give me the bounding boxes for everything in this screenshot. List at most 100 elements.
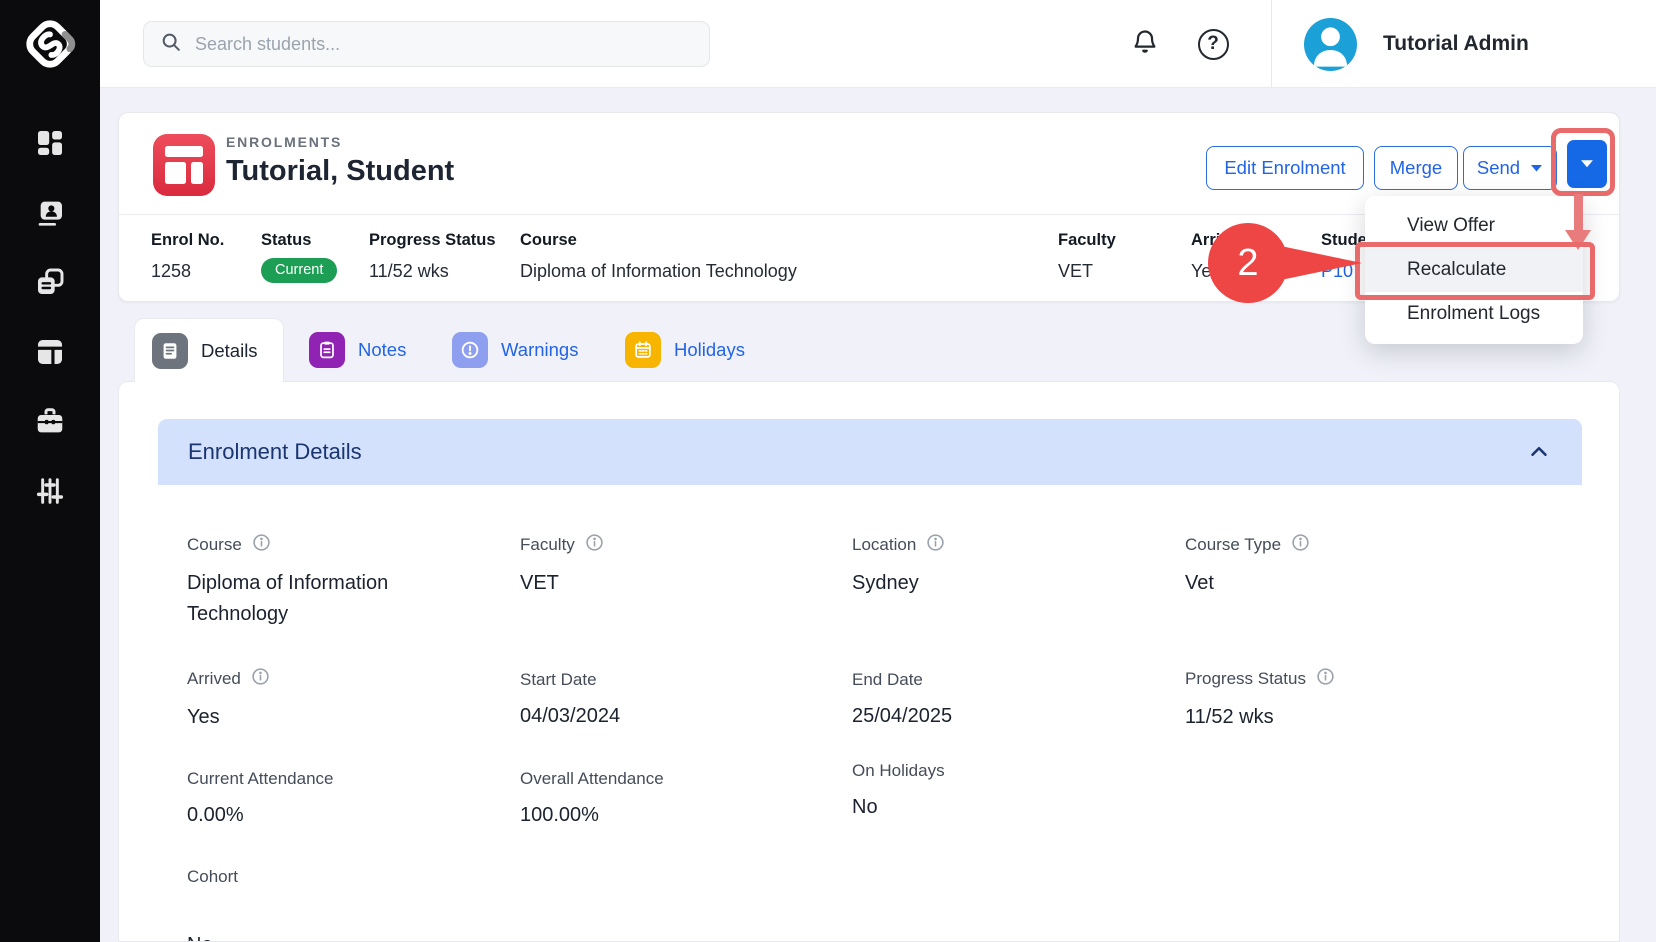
field-value: VET bbox=[520, 568, 604, 599]
bell-icon bbox=[1131, 28, 1159, 61]
field-arrived: Arrived Yes bbox=[187, 667, 270, 733]
summary-progress-status: Progress Status 11/52 wks bbox=[369, 231, 496, 282]
field-value: Diploma of Information Technology bbox=[187, 568, 437, 630]
sliders-icon bbox=[34, 475, 66, 512]
field-faculty: Faculty VET bbox=[520, 533, 604, 599]
field-value: 11/52 wks bbox=[1185, 702, 1335, 733]
page-title: Tutorial, Student bbox=[226, 155, 454, 188]
details-panel-card: Enrolment Details Course Diploma of Info… bbox=[118, 381, 1620, 942]
menu-item-recalculate[interactable]: Recalculate bbox=[1365, 248, 1583, 292]
summary-value: 11/52 wks bbox=[369, 261, 496, 282]
summary-faculty: Faculty VET bbox=[1058, 231, 1116, 282]
summary-label: Arrived bbox=[1191, 231, 1249, 250]
info-icon[interactable] bbox=[252, 533, 271, 557]
tab-label: Warnings bbox=[501, 339, 578, 361]
briefcase-icon bbox=[34, 405, 66, 442]
tab-label: Details bbox=[201, 340, 258, 362]
info-icon[interactable] bbox=[251, 667, 270, 691]
field-current-attendance: Current Attendance 0.00% bbox=[187, 769, 333, 831]
info-icon[interactable] bbox=[926, 533, 945, 557]
info-icon[interactable] bbox=[1316, 667, 1335, 691]
field-label: On Holidays bbox=[852, 761, 945, 781]
search-box[interactable] bbox=[143, 21, 710, 67]
summary-arrived: Arrived Yes bbox=[1191, 231, 1249, 282]
send-button-label: Send bbox=[1477, 157, 1520, 179]
summary-value: Diploma of Information Technology bbox=[520, 261, 797, 282]
user-menu[interactable]: Tutorial Admin bbox=[1304, 0, 1529, 88]
field-label: Location bbox=[852, 535, 916, 555]
field-label: Arrived bbox=[187, 669, 241, 689]
search-input[interactable] bbox=[195, 34, 693, 55]
field-label: Progress Status bbox=[1185, 669, 1306, 689]
info-icon[interactable] bbox=[585, 533, 604, 557]
summary-course: Course Diploma of Information Technology bbox=[520, 231, 797, 282]
field-value: 04/03/2024 bbox=[520, 701, 620, 732]
chevron-up-icon[interactable] bbox=[1526, 439, 1552, 465]
copy-docs-icon bbox=[34, 266, 66, 303]
field-value: Sydney bbox=[852, 568, 945, 599]
avatar bbox=[1304, 18, 1357, 71]
field-location: Location Sydney bbox=[852, 533, 945, 599]
details-doc-icon bbox=[152, 333, 188, 369]
enrolment-details-header[interactable]: Enrolment Details bbox=[158, 419, 1582, 485]
app-logo-icon[interactable] bbox=[0, 0, 100, 88]
field-value: 100.00% bbox=[520, 800, 664, 831]
sidebar-item-settings[interactable] bbox=[31, 474, 69, 512]
sidebar-item-enrolments[interactable] bbox=[31, 335, 69, 373]
field-overall-attendance: Overall Attendance 100.00% bbox=[520, 769, 664, 831]
calendar-icon bbox=[625, 332, 661, 368]
merge-button[interactable]: Merge bbox=[1374, 146, 1458, 190]
help-button[interactable]: ? bbox=[1193, 24, 1233, 64]
field-start-date: Start Date 04/03/2024 bbox=[520, 670, 620, 732]
menu-item-enrolment-logs[interactable]: Enrolment Logs bbox=[1365, 292, 1583, 336]
field-on-holidays: On Holidays No bbox=[852, 761, 945, 823]
sidebar-item-agents[interactable] bbox=[31, 404, 69, 442]
caret-down-icon bbox=[1580, 159, 1594, 169]
topbar-divider bbox=[1271, 0, 1272, 88]
field-value: No bbox=[187, 930, 238, 942]
summary-label: Enrol No. bbox=[151, 231, 224, 250]
field-value: Yes bbox=[187, 702, 270, 733]
field-value: 25/04/2025 bbox=[852, 701, 952, 732]
sidebar-item-dashboard[interactable] bbox=[31, 126, 69, 164]
sidebar-item-students[interactable] bbox=[31, 196, 69, 234]
id-card-icon bbox=[34, 197, 66, 234]
search-icon bbox=[160, 31, 182, 58]
tab-warnings[interactable]: Warnings bbox=[452, 330, 578, 370]
topbar: ? Tutorial Admin bbox=[100, 0, 1656, 88]
enrolments-icon bbox=[153, 134, 215, 196]
status-badge: Current bbox=[261, 258, 337, 283]
info-icon[interactable] bbox=[1291, 533, 1310, 557]
panel-title: Enrolment Details bbox=[188, 439, 362, 465]
tab-details[interactable]: Details bbox=[134, 318, 284, 382]
notes-clipboard-icon bbox=[309, 332, 345, 368]
field-course-type: Course Type Vet bbox=[1185, 533, 1310, 599]
field-value: No bbox=[852, 792, 945, 823]
sidebar bbox=[0, 0, 100, 942]
field-label: End Date bbox=[852, 670, 923, 690]
warning-exclamation-icon bbox=[452, 332, 488, 368]
user-name: Tutorial Admin bbox=[1383, 32, 1529, 56]
summary-label: Course bbox=[520, 231, 797, 250]
tab-notes[interactable]: Notes bbox=[309, 330, 406, 370]
send-button[interactable]: Send bbox=[1463, 146, 1557, 190]
help-icon: ? bbox=[1198, 29, 1229, 60]
summary-label: Progress Status bbox=[369, 231, 496, 250]
sidebar-item-documents[interactable] bbox=[31, 265, 69, 303]
summary-label: Faculty bbox=[1058, 231, 1116, 250]
field-label: Current Attendance bbox=[187, 769, 333, 789]
field-label: Course Type bbox=[1185, 535, 1281, 555]
caret-down-icon bbox=[1530, 164, 1543, 173]
more-actions-button[interactable] bbox=[1567, 140, 1607, 188]
field-progress-status: Progress Status 11/52 wks bbox=[1185, 667, 1335, 733]
field-end-date: End Date 25/04/2025 bbox=[852, 670, 952, 732]
dashboard-icon bbox=[34, 127, 66, 164]
field-value: 0.00% bbox=[187, 800, 333, 831]
summary-label: Status bbox=[261, 231, 337, 250]
notifications-button[interactable] bbox=[1125, 24, 1165, 64]
summary-value: 1258 bbox=[151, 261, 224, 282]
menu-item-view-offer[interactable]: View Offer bbox=[1365, 204, 1583, 248]
tab-holidays[interactable]: Holidays bbox=[625, 330, 745, 370]
edit-enrolment-button[interactable]: Edit Enrolment bbox=[1206, 146, 1364, 190]
breadcrumb: ENROLMENTS bbox=[226, 134, 342, 150]
